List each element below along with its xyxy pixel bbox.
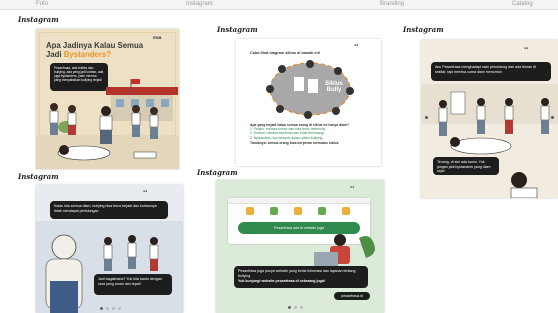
speech-bubble-2: Tenang, di sini ada kamu. Yuk jangan jad…: [433, 157, 499, 175]
info-bubble: Pesanfrasa juga punya website yang beris…: [234, 266, 368, 288]
diagram-heading: Coba lihat diagram siklus di bawah ini!: [250, 51, 321, 55]
post-bystanders[interactable]: RSB Apa Jadinya Kalau Semua Jadi Bystand…: [36, 29, 179, 169]
teacher-illustration: [36, 221, 183, 313]
post-website-promo[interactable]: ●● Pesanfrasa ada di website juga Pesanf…: [216, 180, 384, 313]
strip-label-1: Foto: [36, 1, 49, 7]
brand-logo: ●●: [143, 189, 148, 193]
strip-label-3: Branding: [380, 1, 405, 7]
carousel-dot-2[interactable]: [106, 307, 109, 310]
instagram-label-3: Instagram: [403, 25, 444, 34]
post-title-prefix: Jadi: [46, 50, 64, 59]
brand-logo: RSB: [153, 35, 162, 40]
answer-line-3: 3. Bystanders: ikut terseret dalam siklu…: [250, 135, 323, 140]
instagram-label-2: Instagram: [217, 25, 258, 34]
strip-label-4: Catalog: [512, 1, 533, 7]
carousel-dot-2[interactable]: [294, 306, 297, 309]
classroom-illustration: [421, 84, 558, 198]
brand-logo: ●●: [350, 185, 355, 189]
bubble-text: Pesanfrasa juga punya website yang beris…: [238, 269, 356, 278]
carousel-dot-3[interactable]: [112, 307, 115, 310]
instagram-label-4: Instagram: [18, 172, 59, 181]
carousel-dot-1[interactable]: [288, 306, 291, 309]
carousel-dot-4[interactable]: [118, 307, 121, 310]
instagram-label-5: Instagram: [197, 168, 238, 177]
diagram-conclusion: Tandanya: semua orang bisa berperan memu…: [250, 140, 339, 145]
post-teacher-scene[interactable]: ●● Kalau kita semua diam, bullying bisa …: [36, 185, 183, 313]
cycle-center-label: Siklus Bully: [325, 81, 343, 93]
carousel-dot-3[interactable]: [300, 306, 303, 309]
speech-bubble-2: Jadi bagaimana? Yuk kita bantu dengan ca…: [94, 274, 172, 295]
students-illustration: [49, 103, 159, 161]
instagram-label-1: Instagram: [18, 15, 59, 24]
brand-logo: ●●: [354, 43, 359, 47]
carousel-prev-icon[interactable]: [425, 116, 428, 119]
top-category-strip: Foto Instagram Branding Catalog: [0, 0, 558, 10]
post-title-highlight: Bystanders?: [63, 50, 112, 59]
speech-bubble-1: Kalau kita semua diam, bullying bisa ter…: [50, 201, 168, 219]
post-classroom-scene[interactable]: ●● Aku Pesanfrasa menghadapi satu perund…: [421, 40, 558, 198]
speech-bubble-1: Aku Pesanfrasa menghadapi satu perundung…: [431, 62, 551, 81]
carousel-dot-1[interactable]: [100, 307, 103, 310]
strip-label-2: Instagram: [186, 1, 213, 7]
post-siklus-bully[interactable]: ●● Coba lihat diagram siklus di bawah in…: [236, 39, 381, 166]
brand-logo: ●●: [524, 46, 529, 50]
website-link-button[interactable]: pesanfrasa.id: [334, 292, 370, 300]
post-title-line1: Apa Jadinya Kalau Semua: [46, 41, 144, 50]
carousel-next-icon[interactable]: [551, 116, 554, 119]
cta-text: Yuk kunjungi website pesanfrasa di sekar…: [238, 279, 326, 284]
